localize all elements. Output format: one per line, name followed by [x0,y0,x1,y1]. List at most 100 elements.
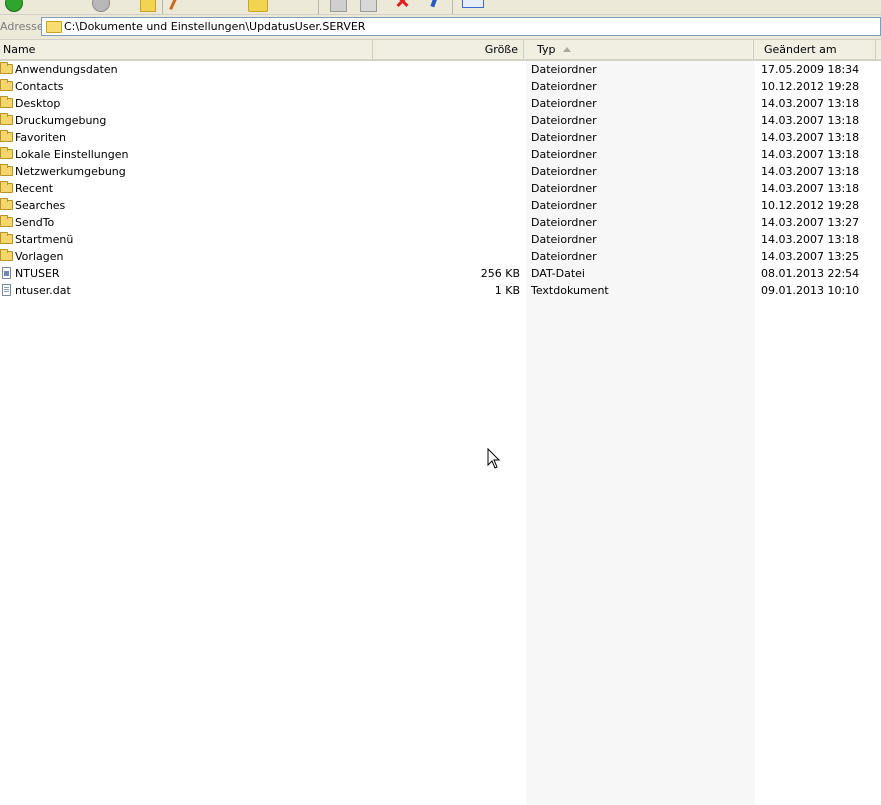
file-modified: 17.05.2009 18:34 [761,63,860,76]
file-icon-cell [0,146,14,163]
file-type: Textdokument [531,284,609,297]
folder-icon [0,232,13,244]
back-icon[interactable] [5,0,23,12]
file-name: Vorlagen [15,250,64,263]
file-list-item[interactable]: SendTo Dateiordner 14.03.2007 13:27 [0,214,881,231]
folder-icon [0,96,13,108]
file-list-item[interactable]: Vorlagen Dateiordner 14.03.2007 13:25 [0,248,881,265]
file-list-item[interactable]: ntuser.dat 1 KB Textdokument 09.01.2013 10:… [0,282,881,299]
toolbar [0,0,881,15]
file-list-item[interactable]: Startmenü Dateiordner 14.03.2007 13:18 [0,231,881,248]
file-modified: 14.03.2007 13:18 [761,114,860,127]
file-icon-cell [0,180,14,197]
file-icon-cell [0,282,14,299]
column-size-label: Größe [484,43,518,56]
text-file-icon [2,284,11,296]
toolbar-separator [318,0,319,14]
column-name-label: Name [3,43,36,56]
file-size [374,197,520,214]
file-type: Dateiordner [531,250,597,263]
file-modified: 14.03.2007 13:27 [761,216,860,229]
column-modified-label: Geändert am [764,43,837,56]
delete-icon[interactable] [394,0,412,8]
column-header-name[interactable]: Name [0,40,373,59]
file-name: Favoriten [15,131,66,144]
file-type: Dateiordner [531,97,597,110]
toolbar-separator [162,0,163,14]
column-header-modified[interactable]: Geändert am [755,40,876,59]
file-list-item[interactable]: Netzwerkumgebung Dateiordner 14.03.2007 13… [0,163,881,180]
file-icon-cell [0,197,14,214]
undo-icon[interactable] [430,0,438,8]
file-type: Dateiordner [531,131,597,144]
file-icon-cell [0,61,14,78]
file-list-item[interactable]: Favoriten Dateiordner 14.03.2007 13:18 [0,129,881,146]
file-modified: 10.12.2012 19:28 [761,199,860,212]
address-bar: Adresse C:\Dokumente und Einstellungen\U… [0,15,881,40]
folder-icon [0,249,13,261]
file-modified: 10.12.2012 19:28 [761,80,860,93]
mouse-cursor-icon [487,448,501,469]
file-list[interactable]: Anwendungsdaten Dateiordner 17.05.2009 18:… [0,61,881,299]
file-name: Startmenü [15,233,74,246]
address-label: Adresse [0,20,44,33]
file-modified: 14.03.2007 13:18 [761,233,860,246]
file-modified: 14.03.2007 13:25 [761,250,860,263]
file-list-item[interactable]: Searches Dateiordner 10.12.2012 19:28 [0,197,881,214]
file-list-item[interactable]: Druckumgebung Dateiordner 14.03.2007 13:18 [0,112,881,129]
file-size [374,214,520,231]
folder-icon [0,79,13,91]
file-icon-cell [0,129,14,146]
folder-icon [0,147,13,159]
file-icon-cell [0,214,14,231]
file-icon-cell [0,163,14,180]
copy-to-icon[interactable] [360,0,377,12]
file-list-item[interactable]: NTUSER 256 KB DAT-Datei 08.01.2013 22:54 [0,265,881,282]
file-modified: 09.01.2013 10:10 [761,284,860,297]
file-name: Recent [15,182,54,195]
folders-icon[interactable] [248,0,268,12]
column-header-size[interactable]: Größe [374,40,524,59]
views-icon[interactable] [462,0,484,8]
address-input[interactable]: C:\Dokumente und Einstellungen\UpdatusUs… [41,17,881,36]
file-list-item[interactable]: Anwendungsdaten Dateiordner 17.05.2009 18:… [0,61,881,78]
file-name: Druckumgebung [15,114,107,127]
up-folder-icon[interactable] [140,0,156,12]
file-list-item[interactable]: Contacts Dateiordner 10.12.2012 19:28 [0,78,881,95]
move-to-icon[interactable] [330,0,347,12]
file-type: Dateiordner [531,216,597,229]
folder-icon [0,113,13,125]
file-type: Dateiordner [531,114,597,127]
file-size [374,163,520,180]
column-header-type[interactable]: Typ [525,40,754,59]
folder-icon [0,181,13,193]
file-list-item[interactable]: Desktop Dateiordner 14.03.2007 13:18 [0,95,881,112]
file-name: Netzwerkumgebung [15,165,126,178]
file-type: Dateiordner [531,80,597,93]
file-type: DAT-Datei [531,267,585,280]
file-type: Dateiordner [531,148,597,161]
file-name: NTUSER [15,267,60,280]
address-path[interactable]: C:\Dokumente und Einstellungen\UpdatusUs… [64,20,365,33]
file-icon-cell [0,248,14,265]
file-type: Dateiordner [531,182,597,195]
file-type: Dateiordner [531,165,597,178]
file-size [374,95,520,112]
file-type: Dateiordner [531,63,597,76]
file-type: Dateiordner [531,199,597,212]
file-modified: 14.03.2007 13:18 [761,131,860,144]
column-type-label: Typ [537,43,556,56]
file-size: 256 KB [480,267,520,280]
file-name: Desktop [15,97,61,110]
file-list-item[interactable]: Lokale Einstellungen Dateiordner 14.03.200… [0,146,881,163]
file-icon-cell [0,95,14,112]
search-icon[interactable] [169,0,178,10]
file-list-item[interactable]: Recent Dateiordner 14.03.2007 13:18 [0,180,881,197]
file-icon-cell [0,78,14,95]
file-size [374,129,520,146]
toolbar-separator [452,0,453,14]
folder-icon [0,164,13,176]
forward-icon[interactable] [92,0,110,12]
file-size [374,112,520,129]
file-modified: 14.03.2007 13:18 [761,148,860,161]
